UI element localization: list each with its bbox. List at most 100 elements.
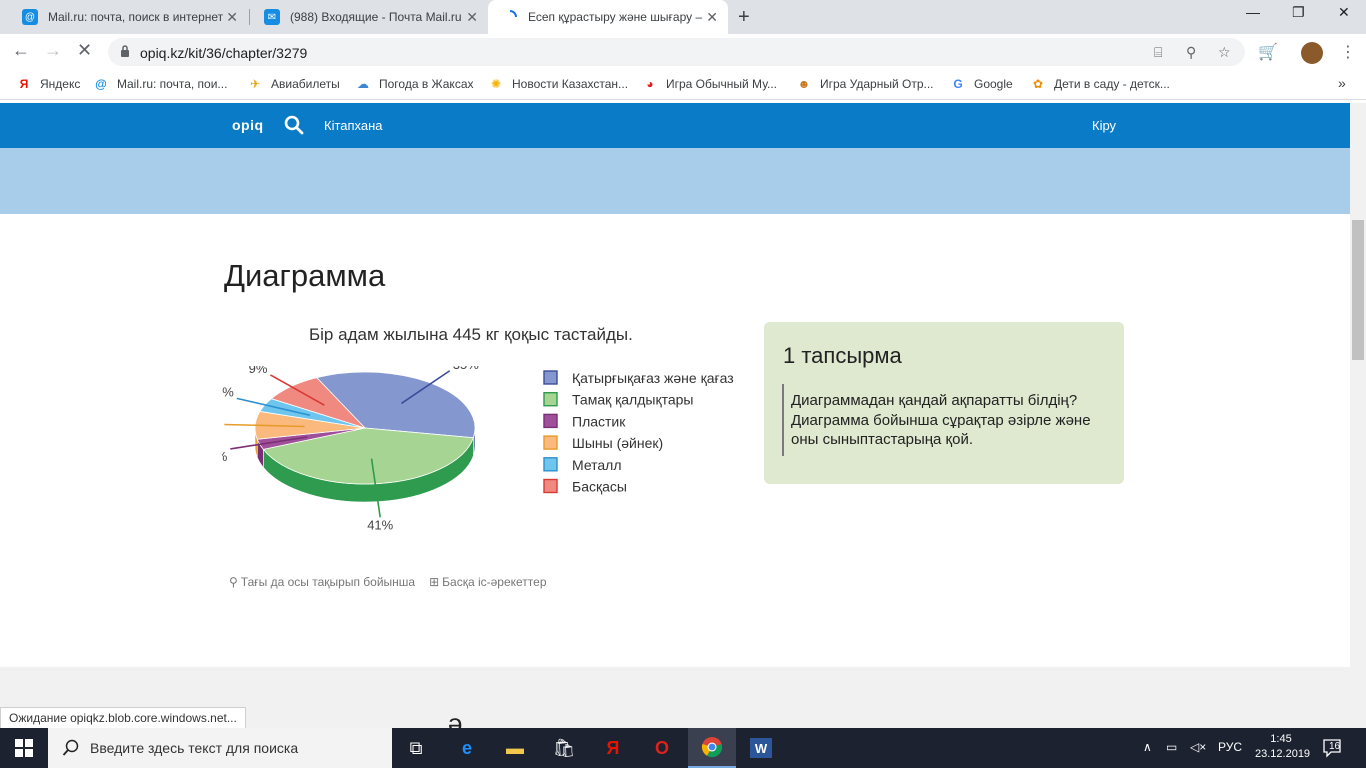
pie-chart: 35%41%3%8%4%9%Қатырғықағаз және қағазТам… bbox=[222, 366, 734, 532]
bookmark-game-1[interactable]: ◕ Игра Обычный Му... bbox=[642, 76, 777, 92]
lock-icon bbox=[121, 45, 129, 57]
yandex-browser-icon[interactable]: Я bbox=[589, 728, 637, 768]
percent-label-4: 4% bbox=[222, 384, 234, 399]
store-icon[interactable]: 🛍 bbox=[540, 728, 588, 768]
task-text: Диаграммадан қандай ақпаратты білдің? Ди… bbox=[791, 392, 1091, 448]
avatar[interactable] bbox=[1301, 42, 1323, 64]
battery-icon[interactable]: ▭ bbox=[1166, 740, 1177, 754]
more-bookmarks-icon[interactable]: » bbox=[1338, 75, 1346, 91]
tab-mailru[interactable]: @ Mail.ru: почта, поиск в интернет ✕ bbox=[8, 0, 248, 34]
legend-label-1: Тамақ қалдықтары bbox=[572, 392, 693, 408]
percent-label-5: 9% bbox=[249, 366, 268, 376]
site-header: opiq Кітапхана Кіру bbox=[0, 103, 1350, 148]
address-bar[interactable]: opiq.kz/kit/36/chapter/3279 ⌸ ⚲ ☆ bbox=[108, 38, 1245, 66]
mail-envelope-icon: ✉ bbox=[264, 9, 280, 25]
close-icon[interactable]: ✕ bbox=[706, 9, 718, 26]
new-tab-button[interactable]: + bbox=[738, 6, 750, 29]
bookmark-news[interactable]: ✺ Новости Казахстан... bbox=[488, 76, 628, 92]
bookmark-label: Погода в Жаксах bbox=[379, 77, 474, 91]
bookmark-game-2[interactable]: ☻ Игра Ударный Отр... bbox=[796, 76, 934, 92]
minimize-button[interactable]: — bbox=[1246, 4, 1260, 20]
notifications-button[interactable]: 16 bbox=[1322, 738, 1344, 758]
site-logo[interactable]: opiq bbox=[232, 117, 264, 133]
legend-swatch-1 bbox=[543, 392, 558, 407]
other-actions-label: Басқа іс-әрекеттер bbox=[442, 575, 547, 589]
plane-icon: ✈ bbox=[249, 77, 261, 91]
tab-title: Есеп құрастыру және шығару – bbox=[528, 10, 703, 24]
search-icon[interactable] bbox=[284, 115, 304, 135]
close-window-button[interactable]: ✕ bbox=[1338, 4, 1350, 21]
language-indicator[interactable]: РУС bbox=[1218, 740, 1242, 754]
bookmark-yandex[interactable]: Я Яндекс bbox=[16, 76, 81, 92]
bookmark-label: Mail.ru: почта, пои... bbox=[117, 77, 228, 91]
task-view-icon[interactable]: ⧉ bbox=[392, 728, 440, 768]
legend-label-0: Қатырғықағаз және қағаз bbox=[572, 370, 734, 386]
task-quote-bar bbox=[782, 384, 784, 456]
more-on-topic-link[interactable]: ⚲ Тағы да осы тақырып бойынша bbox=[229, 575, 415, 589]
sun-icon: ✺ bbox=[490, 77, 502, 91]
game-icon: ☻ bbox=[797, 77, 811, 91]
zoom-icon[interactable]: ⚲ bbox=[1186, 44, 1196, 61]
kids-icon: ✿ bbox=[1032, 77, 1044, 91]
bookmark-weather[interactable]: ☁ Погода в Жаксах bbox=[355, 76, 474, 92]
scrollbar-thumb[interactable] bbox=[1352, 220, 1364, 360]
windows-logo-icon bbox=[15, 739, 33, 757]
tab-mail-inbox[interactable]: ✉ (988) Входящие - Почта Mail.ru ✕ bbox=[250, 0, 488, 34]
browser-toolbar: ← → ✕ opiq.kz/kit/36/chapter/3279 ⌸ ⚲ ☆ … bbox=[0, 34, 1366, 70]
volume-muted-icon[interactable]: ◁× bbox=[1190, 740, 1206, 754]
bookmark-google[interactable]: G Google bbox=[950, 76, 1012, 92]
url-text[interactable]: opiq.kz/kit/36/chapter/3279 bbox=[140, 45, 307, 61]
legend-label-2: Пластик bbox=[572, 413, 626, 429]
chrome-logo bbox=[701, 737, 723, 758]
tray-chevron-icon[interactable]: ∧ bbox=[1143, 740, 1152, 754]
word-icon[interactable]: W bbox=[737, 728, 785, 768]
menu-kebab-icon[interactable]: ⋮ bbox=[1340, 42, 1356, 62]
tab-active-opiq[interactable]: Есеп құрастыру және шығару – ✕ bbox=[488, 0, 728, 34]
close-icon[interactable]: ✕ bbox=[466, 9, 478, 26]
legend-swatch-4 bbox=[543, 457, 558, 472]
edge-icon[interactable]: e bbox=[443, 728, 491, 768]
bookmark-label: Игра Обычный Му... bbox=[666, 77, 777, 91]
library-link[interactable]: Кітапхана bbox=[324, 118, 383, 133]
maximize-button[interactable]: ❐ bbox=[1292, 4, 1305, 21]
file-explorer-icon[interactable]: ▬ bbox=[491, 728, 539, 768]
word-logo: W bbox=[750, 738, 772, 758]
chrome-icon[interactable] bbox=[688, 728, 736, 768]
game-icon: ◕ bbox=[646, 77, 654, 91]
taskbar-search-box[interactable]: Введите здесь текст для поиска bbox=[48, 728, 392, 768]
status-bubble: Ожидание opiqkz.blob.core.windows.net... bbox=[0, 707, 246, 729]
legend-label-5: Басқасы bbox=[572, 479, 627, 495]
other-actions-link[interactable]: ⊞ Басқа іс-әрекеттер bbox=[429, 575, 546, 589]
legend-swatch-2 bbox=[543, 413, 558, 429]
bookmark-label: Дети в саду - детск... bbox=[1054, 77, 1170, 91]
legend-swatch-5 bbox=[543, 478, 558, 494]
start-button[interactable] bbox=[0, 728, 48, 768]
bookmark-kids[interactable]: ✿ Дети в саду - детск... bbox=[1030, 76, 1170, 92]
percent-label-0: 35% bbox=[453, 366, 479, 372]
scrollbar-track[interactable] bbox=[1350, 103, 1366, 728]
stop-loading-icon[interactable]: ✕ bbox=[77, 40, 92, 61]
translate-icon[interactable]: ⌸ bbox=[1154, 44, 1162, 61]
login-link[interactable]: Кіру bbox=[1092, 118, 1116, 133]
more-on-topic-label: Тағы да осы тақырып бойынша bbox=[240, 575, 416, 589]
close-icon[interactable]: ✕ bbox=[226, 9, 238, 26]
forward-arrow-icon[interactable]: → bbox=[44, 40, 62, 61]
mailru-icon: @ bbox=[95, 77, 107, 91]
back-arrow-icon[interactable]: ← bbox=[12, 40, 30, 61]
windows-taskbar: Введите здесь текст для поиска ⧉ e ▬ 🛍 Я… bbox=[0, 728, 1366, 768]
taskbar-search-placeholder: Введите здесь текст для поиска bbox=[90, 740, 299, 756]
plus-square-icon: ⊞ bbox=[429, 575, 440, 589]
bookmark-mailru[interactable]: @ Mail.ru: почта, пои... bbox=[93, 76, 227, 92]
header-banner bbox=[0, 148, 1350, 214]
svg-text:W: W bbox=[755, 741, 768, 756]
bookmark-label: Игра Ударный Отр... bbox=[820, 77, 934, 91]
legend-label-4: Металл bbox=[572, 457, 622, 473]
clock[interactable]: 1:45 23.12.2019 bbox=[1255, 732, 1310, 762]
bookmark-aviabilety[interactable]: ✈ Авиабилеты bbox=[247, 76, 340, 92]
task-title: 1 тапсырма bbox=[783, 343, 902, 368]
cart-extension-icon[interactable]: 🛒 bbox=[1258, 42, 1278, 62]
bookmark-star-icon[interactable]: ☆ bbox=[1218, 44, 1231, 61]
legend-swatch-0 bbox=[543, 370, 558, 385]
opera-icon[interactable]: O bbox=[638, 728, 686, 768]
loading-spinner-icon bbox=[502, 9, 518, 25]
